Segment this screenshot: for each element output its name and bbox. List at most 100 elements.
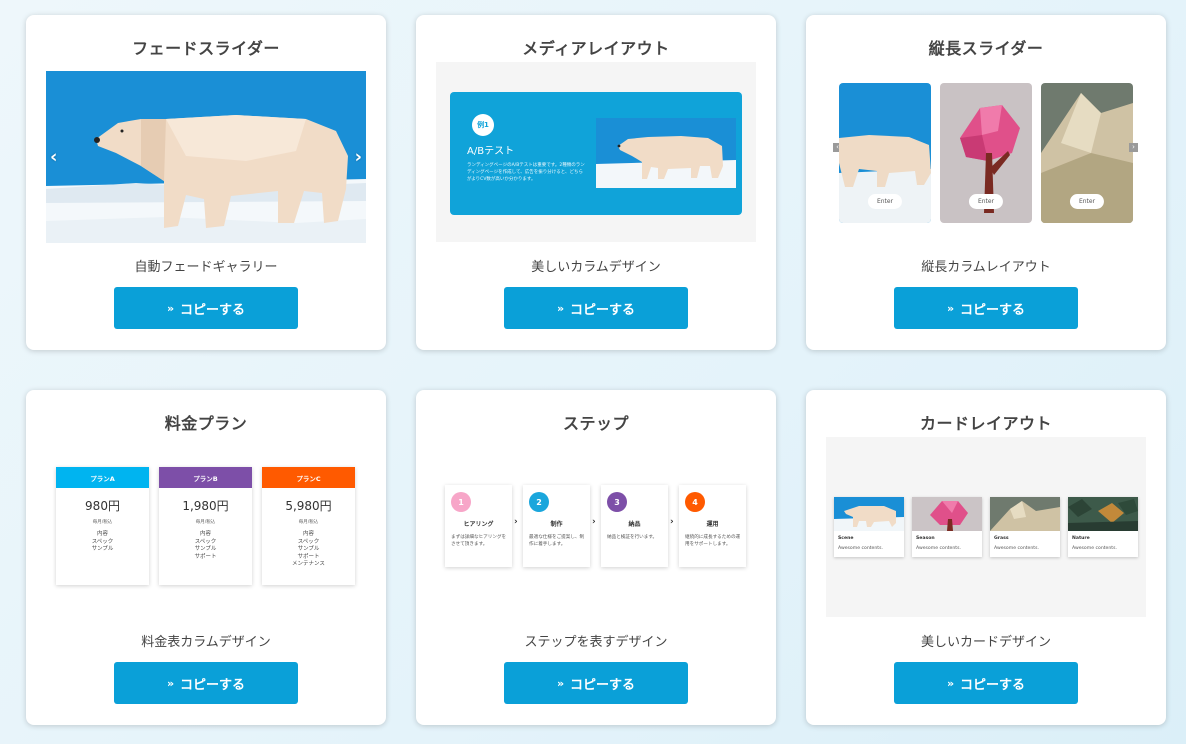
chevron-right-icon: › (670, 517, 674, 527)
media-heading: A/Bテスト (467, 146, 515, 157)
copy-label: コピーする (570, 677, 636, 693)
copy-button[interactable]: » コピーする (894, 662, 1078, 704)
polar-bear-image (834, 497, 904, 531)
copy-button[interactable]: » コピーする (504, 662, 688, 704)
step-box: 1 ヒアリング まずは詳細なヒアリングをさせて頂きます。 (445, 485, 512, 567)
mini-card-title: Season (916, 536, 935, 541)
plan-item: スペック (297, 538, 320, 545)
plan-item: スペック (91, 538, 114, 545)
plan-item: サポート (297, 553, 320, 560)
card-description: 美しいカラムデザイン (531, 260, 661, 275)
slide-panel-bear: Enter (839, 83, 931, 223)
card-fade-slider: フェードスライダー ‹ › 自動フェードギャラリー » コピーする (26, 15, 386, 350)
step-description: 納品と検証を行います。 (607, 535, 658, 540)
next-arrow-icon[interactable]: › (355, 147, 362, 168)
media-layout-preview[interactable]: 例1 A/Bテスト ランディングページのA/Bテストは重要です。2種類のランディ… (436, 62, 756, 242)
copy-button[interactable]: » コピーする (504, 287, 688, 329)
mini-card-title: Grass (994, 536, 1009, 541)
mini-card-text: Awesome contents. (1072, 546, 1117, 551)
card-title: フェードスライダー (132, 39, 280, 58)
double-chevron-icon: » (556, 301, 565, 315)
step-description: まずは詳細なヒアリングをさせて頂きます。 (451, 535, 507, 547)
forest-image (1068, 497, 1138, 531)
card-media-layout: メディアレイアウト 例1 A/Bテスト ランディングページのA/Bテストは重要で… (416, 15, 776, 350)
mini-card: Season Awesome contents. (912, 497, 982, 557)
pricing-preview[interactable]: プランA 980円 毎月/税込 内容 スペック サンプル プランB 1,980円… (46, 437, 366, 617)
plan-item: 内容 (96, 531, 108, 537)
copy-button[interactable]: » コピーする (114, 287, 298, 329)
plan-price: 5,980円 (285, 499, 332, 513)
prev-arrow-icon[interactable]: ‹ (50, 147, 57, 168)
plan-item: スペック (194, 538, 217, 545)
example-badge: 例1 (472, 114, 494, 136)
fade-slider-preview[interactable]: ‹ › (46, 71, 366, 243)
plan-note: 毎月/税込 (298, 520, 319, 525)
enter-button[interactable]: Enter (1069, 194, 1105, 209)
plan-column: プランA 980円 毎月/税込 内容 スペック サンプル (56, 467, 149, 585)
step-number: 4 (685, 492, 705, 512)
plan-items: 内容 スペック サンプル (56, 531, 149, 554)
card-title: 料金プラン (164, 414, 248, 433)
card-description: ステップを表すデザイン (524, 635, 668, 650)
copy-label: コピーする (180, 302, 246, 318)
plan-items: 内容 スペック サンプル サポート (159, 531, 252, 561)
step-name: 制作 (550, 521, 563, 528)
double-chevron-icon: » (946, 301, 955, 315)
mini-card-title: Nature (1072, 536, 1090, 541)
plan-item: メンテナンス (292, 561, 325, 567)
double-chevron-icon: » (556, 676, 565, 690)
card-vertical-slider: 縦長スライダー ‹ Enter Enter Enter › 縦長カラムレイアウト… (806, 15, 1166, 350)
card-card-layout: カードレイアウト Scene Awesome contents. Season … (806, 390, 1166, 725)
card-pricing: 料金プラン プランA 980円 毎月/税込 内容 スペック サンプル プランB … (26, 390, 386, 725)
media-box: 例1 A/Bテスト ランディングページのA/Bテストは重要です。2種類のランディ… (450, 92, 742, 215)
step-description: 継続的に成長するための運用をサポートします。 (685, 535, 741, 547)
mini-card: Scene Awesome contents. (834, 497, 904, 557)
copy-button[interactable]: » コピーする (894, 287, 1078, 329)
card-title: メディアレイアウト (522, 39, 670, 58)
step-box: 2 制作 最適な仕様をご提案し、制作に着手します。 (523, 485, 590, 567)
plan-note: 毎月/税込 (92, 520, 113, 525)
chevron-right-icon: › (592, 517, 596, 527)
plan-price: 1,980円 (182, 499, 229, 513)
plan-name: プランC (262, 467, 355, 488)
enter-button[interactable]: Enter (968, 194, 1004, 209)
plan-name: プランB (159, 467, 252, 488)
mountain-image (990, 497, 1060, 531)
card-title: ステップ (562, 414, 629, 433)
steps-preview[interactable]: 1 ヒアリング まずは詳細なヒアリングをさせて頂きます。 › 2 制作 最適な仕… (436, 437, 756, 617)
mini-card-text: Awesome contents. (994, 546, 1039, 551)
plan-item: サポート (194, 553, 217, 560)
step-name: 運用 (706, 521, 719, 528)
copy-button[interactable]: » コピーする (114, 662, 298, 704)
plan-items: 内容 スペック サンプル サポート メンテナンス (262, 531, 355, 569)
next-arrow-icon[interactable]: › (1129, 143, 1138, 152)
plan-column: プランC 5,980円 毎月/税込 内容 スペック サンプル サポート メンテナ… (262, 467, 355, 585)
copy-label: コピーする (960, 302, 1026, 318)
enter-button[interactable]: Enter (867, 194, 903, 209)
plan-note: 毎月/税込 (195, 520, 216, 525)
step-name: ヒアリング (463, 521, 494, 528)
card-description: 自動フェードギャラリー (134, 260, 278, 275)
vertical-slider-preview[interactable]: ‹ Enter Enter Enter › (826, 71, 1146, 243)
card-layout-preview[interactable]: Scene Awesome contents. Season Awesome c… (826, 437, 1146, 617)
card-steps: ステップ 1 ヒアリング まずは詳細なヒアリングをさせて頂きます。 › 2 制作… (416, 390, 776, 725)
blossom-tree-image (912, 497, 982, 531)
card-description: 縦長カラムレイアウト (921, 260, 1051, 275)
step-box: 4 運用 継続的に成長するための運用をサポートします。 (679, 485, 746, 567)
copy-label: コピーする (180, 677, 246, 693)
plan-name: プランA (56, 467, 149, 488)
plan-item: サンプル (194, 546, 217, 552)
plan-item: サンプル (297, 546, 320, 552)
card-description: 料金表カラムデザイン (141, 635, 271, 650)
step-number: 1 (451, 492, 471, 512)
plan-item: 内容 (302, 531, 314, 537)
double-chevron-icon: » (166, 301, 175, 315)
mini-card-text: Awesome contents. (916, 546, 961, 551)
card-title: カードレイアウト (919, 414, 1052, 433)
slide-panel-tree: Enter (940, 83, 1032, 223)
polar-bear-image (46, 71, 366, 243)
copy-label: コピーする (960, 677, 1026, 693)
card-description: 美しいカードデザイン (920, 635, 1051, 650)
double-chevron-icon: » (166, 676, 175, 690)
step-number: 3 (607, 492, 627, 512)
